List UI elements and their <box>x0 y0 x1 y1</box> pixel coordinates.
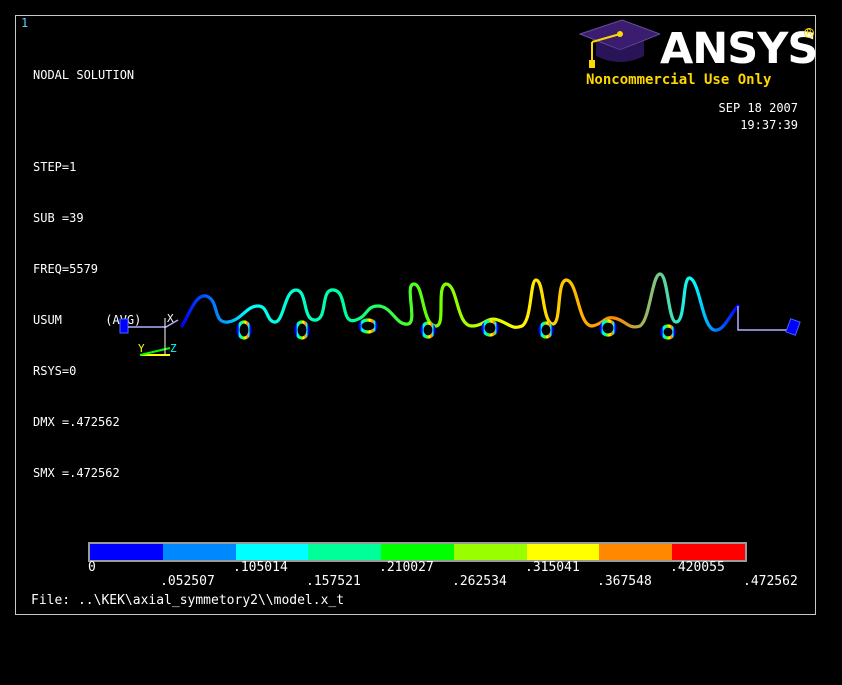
legend-swatch <box>162 544 236 560</box>
deformed-coil-shape <box>180 272 740 340</box>
triad-z-label: Z <box>170 342 177 355</box>
contour-legend-bar <box>88 542 747 562</box>
legend-swatch <box>90 544 163 560</box>
legend-swatch <box>526 544 600 560</box>
triad-x-label: X <box>167 312 174 325</box>
model-viewport[interactable]: X Y Z <box>0 0 842 685</box>
legend-swatch <box>672 544 746 560</box>
coordinate-triad: X Y Z <box>138 312 177 356</box>
legend-swatch <box>453 544 527 560</box>
file-path-label: File: ..\KEK\axial_symmetory2\\model.x_t <box>31 593 345 608</box>
legend-swatch <box>381 544 454 560</box>
legend-swatch <box>235 544 309 560</box>
triad-y-label: Y <box>138 342 145 355</box>
legend-swatch <box>599 544 673 560</box>
legend-swatch <box>308 544 382 560</box>
